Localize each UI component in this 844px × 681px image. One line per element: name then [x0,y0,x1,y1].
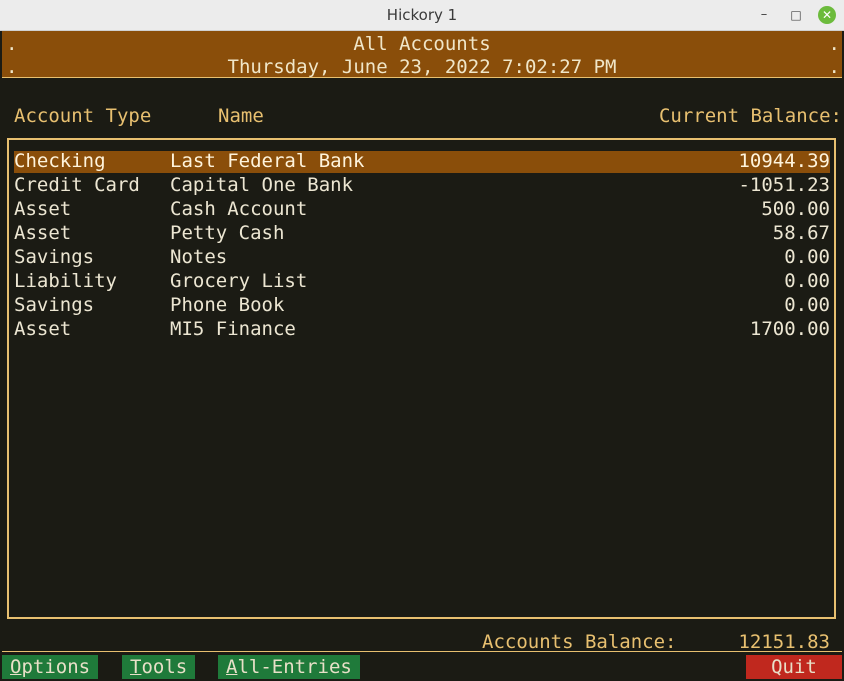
account-balance: 0.00 [784,270,830,292]
account-balance: 0.00 [784,294,830,316]
account-balance: 500.00 [761,198,830,220]
account-balance: 10944.39 [738,150,830,172]
account-name: Capital One Bank [170,174,354,196]
account-row[interactable]: Savings Phone Book 0.00 [14,294,830,317]
account-type: Asset [14,318,72,340]
accounts-balance-label: Accounts Balance: [482,631,677,653]
account-type: Liability [14,270,117,292]
tools-hotkey: T [130,656,142,678]
title-bar[interactable]: Hickory 1 – □ ✕ [0,0,844,31]
maximize-icon[interactable]: □ [786,5,806,25]
all-entries-button[interactable]: All-Entries [218,655,360,679]
quit-button[interactable]: Quit [746,655,842,679]
datetime-label: Thursday, June 23, 2022 7:02:27 PM [227,56,617,78]
screen-header: . . . . All Accounts Thursday, June 23, … [2,31,842,78]
all-entries-hotkey: A [226,656,238,678]
tools-label: ools [141,656,188,678]
account-name: Petty Cash [170,222,285,244]
account-name: Last Federal Bank [170,150,365,172]
account-type: Asset [14,222,72,244]
account-row[interactable]: Credit Card Capital One Bank -1051.23 [14,174,830,197]
account-type: Savings [14,294,95,316]
account-name: Notes [170,246,228,268]
app-window: Hickory 1 – □ ✕ . . . . All Accounts Thu… [0,0,844,681]
account-name: Grocery List [170,270,308,292]
column-header-type: Account Type [14,105,152,127]
footer-divider [2,651,842,652]
account-type: Asset [14,198,72,220]
account-name: Phone Book [170,294,285,316]
account-balance: -1051.23 [738,174,830,196]
account-type: Credit Card [14,174,140,196]
account-row[interactable]: Liability Grocery List 0.00 [14,270,830,293]
account-row[interactable]: Checking Last Federal Bank 10944.39 [14,150,830,173]
terminal-area: . . . . All Accounts Thursday, June 23, … [2,31,842,679]
options-button[interactable]: Options [2,655,99,679]
account-name: MI5 Finance [170,318,296,340]
options-hotkey: O [10,656,22,678]
account-type: Savings [14,246,95,268]
options-label: ptions [21,656,91,678]
account-balance: 0.00 [784,246,830,268]
account-balance: 58.67 [772,222,830,244]
column-header-balance: Current Balance: [658,105,842,127]
page-title: All Accounts [353,33,491,55]
accounts-balance-value: 12151.83 [738,631,830,653]
account-row[interactable]: Asset Cash Account 500.00 [14,198,830,221]
account-type: Checking [14,150,106,172]
account-balance: 1700.00 [749,318,830,340]
close-icon[interactable]: ✕ [818,6,836,24]
account-row[interactable]: Savings Notes 0.00 [14,246,830,269]
account-name: Cash Account [170,198,308,220]
all-entries-label: ll-Entries [237,656,352,678]
column-header-name: Name [218,105,264,127]
tools-button[interactable]: Tools [122,655,196,679]
window-title: Hickory 1 [386,6,458,24]
minimize-icon[interactable]: – [754,5,774,25]
account-row[interactable]: Asset Petty Cash 58.67 [14,222,830,245]
account-row[interactable]: Asset MI5 Finance 1700.00 [14,318,830,341]
